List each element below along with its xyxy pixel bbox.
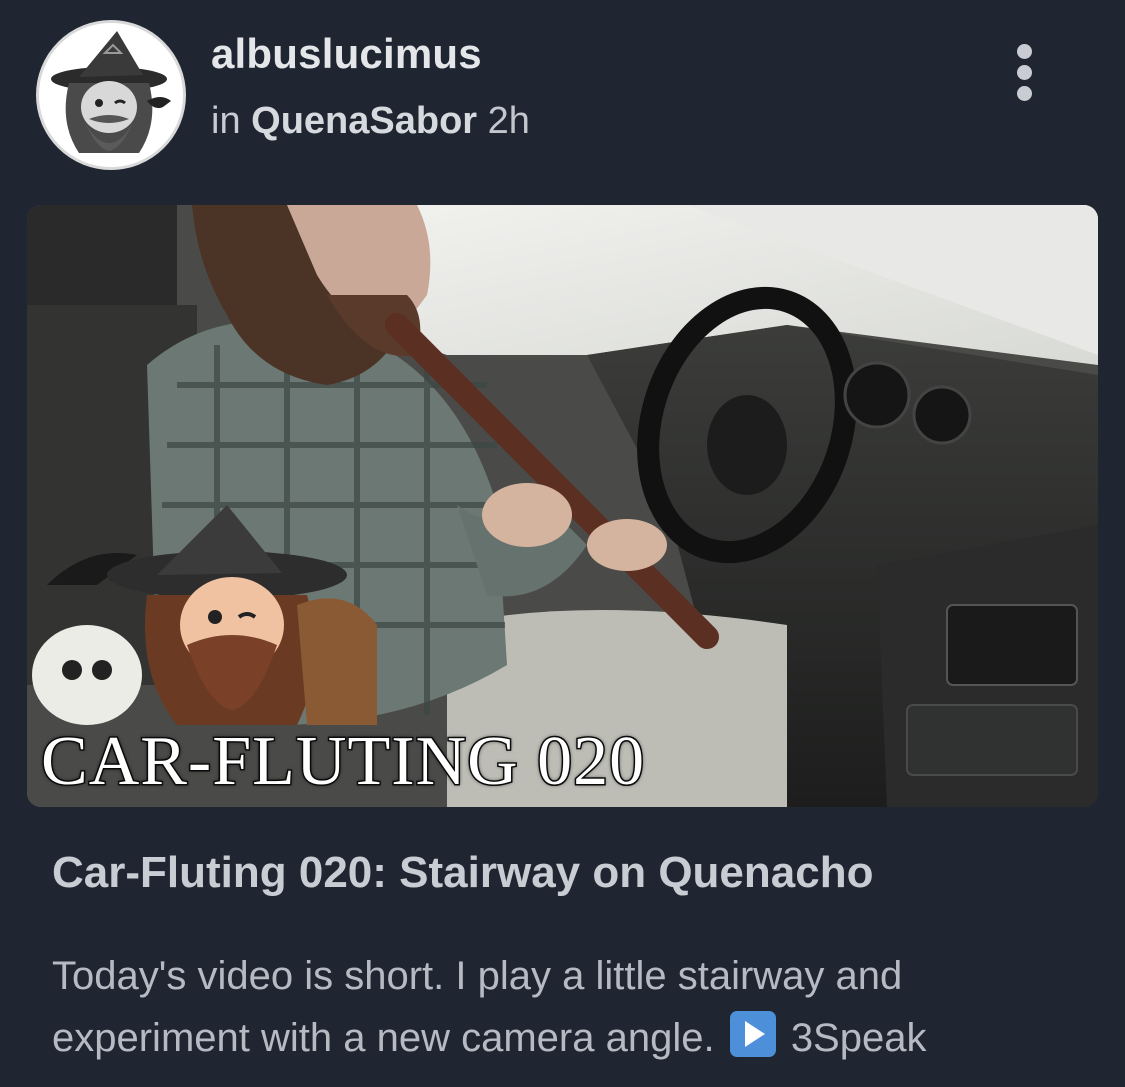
- thumbnail-image: [27, 205, 1098, 807]
- wizard-avatar-icon: [39, 23, 183, 167]
- post-card: albuslucimus in QuenaSabor 2h CAR-FLUTIN…: [0, 0, 1125, 1087]
- community-link[interactable]: QuenaSabor: [251, 100, 477, 142]
- 3speak-link[interactable]: 3Speak: [791, 1016, 927, 1060]
- post-time: 2h: [487, 100, 530, 142]
- post-body: Today's video is short. I play a little …: [52, 945, 1102, 1069]
- post-meta: in QuenaSabor 2h: [211, 100, 530, 143]
- author-avatar[interactable]: [36, 20, 186, 170]
- video-thumbnail[interactable]: CAR-FLUTING 020: [27, 205, 1098, 807]
- more-options-button[interactable]: [1005, 42, 1045, 104]
- author-name[interactable]: albuslucimus: [211, 30, 482, 78]
- play-button-icon: [729, 1011, 776, 1057]
- thumbnail-caption: CAR-FLUTING 020: [39, 723, 646, 800]
- post-title[interactable]: Car-Fluting 020: Stairway on Quenacho: [52, 848, 873, 898]
- in-label: in: [211, 100, 241, 142]
- more-vertical-icon: [1017, 44, 1032, 59]
